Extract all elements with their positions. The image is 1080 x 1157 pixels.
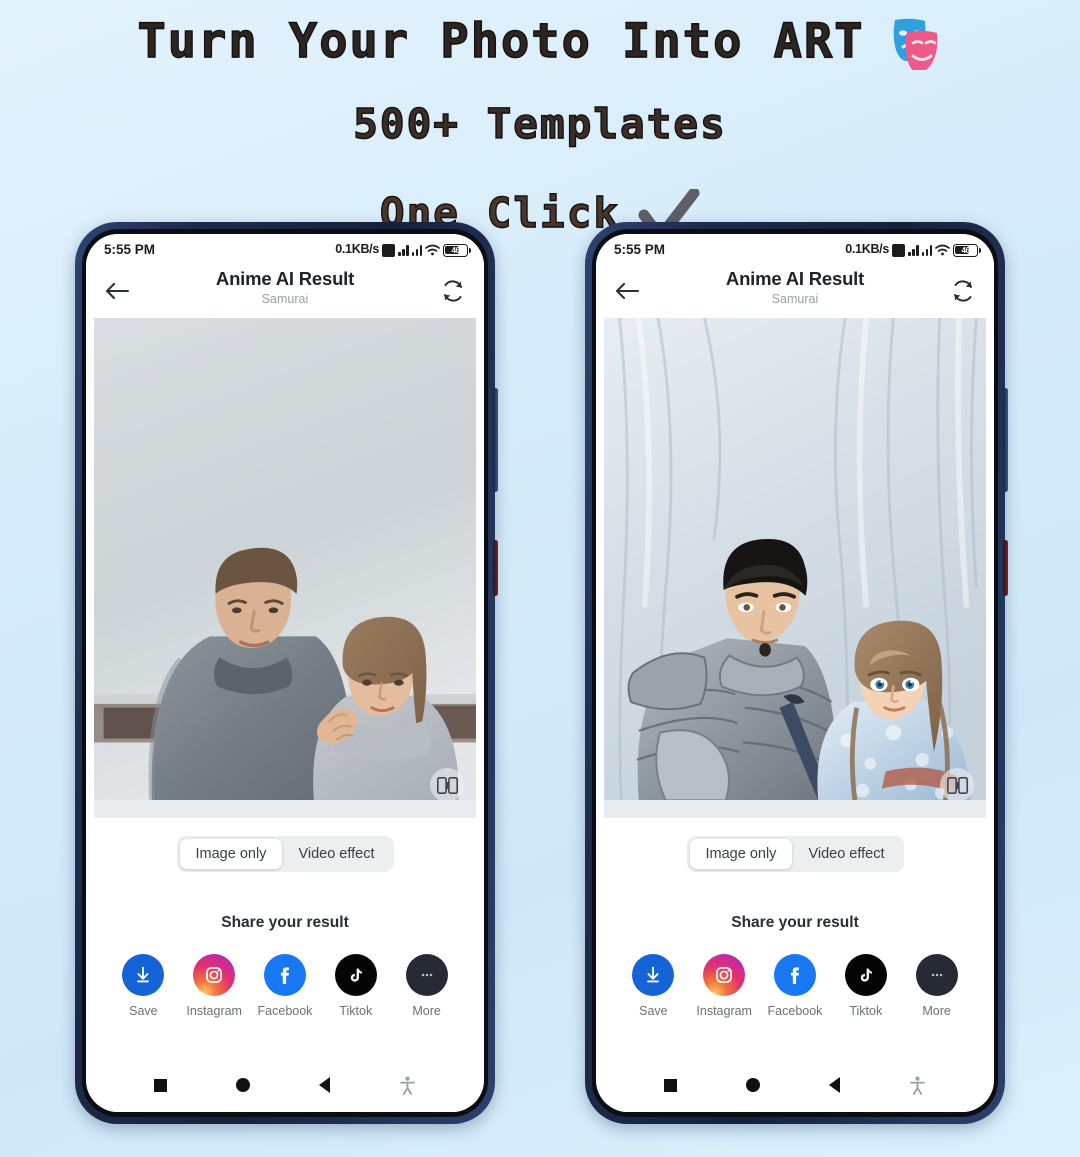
theater-masks-icon	[881, 16, 943, 73]
status-time: 5:55 PM	[104, 241, 156, 257]
back-arrow-icon[interactable]	[614, 280, 640, 302]
left-phone-screen: 5:55 PM 0.1KB/s 46 Anime AI Result Samur…	[86, 234, 484, 1112]
share-item-instagram[interactable]: Instagram	[691, 954, 757, 1018]
share-label: Save	[639, 1004, 668, 1018]
signal-bars-icon	[411, 244, 422, 256]
app-bar: Anime AI Result Samurai	[596, 264, 994, 318]
phone-mockups: 5:55 PM 0.1KB/s 46 Anime AI Result Samur…	[0, 222, 1080, 1124]
tiktok-icon	[844, 954, 887, 996]
share-section-title: Share your result	[596, 872, 994, 932]
power-button[interactable]	[493, 540, 498, 596]
share-label: More	[922, 1004, 951, 1018]
share-label: Tiktok	[339, 1004, 373, 1018]
share-label: Instagram	[696, 1004, 752, 1018]
power-button[interactable]	[1003, 540, 1008, 596]
share-label: Facebook	[767, 1004, 823, 1018]
tab-video-effect[interactable]: Video effect	[792, 839, 900, 869]
right-phone: 5:55 PM 0.1KB/s 46 Anime AI Result Samur…	[585, 222, 1008, 1124]
refresh-icon[interactable]	[440, 278, 466, 304]
compare-toggle-icon[interactable]	[940, 768, 974, 802]
signal-bars-icon	[908, 244, 919, 256]
compare-toggle-icon[interactable]	[430, 768, 464, 802]
share-row: Save Instagram Facebook Tiktok More	[596, 932, 994, 1018]
share-item-tiktok[interactable]: Tiktok	[833, 954, 899, 1018]
promo-headline-1-text: Turn Your Photo Into ART	[137, 13, 865, 69]
signal-bars-icon	[398, 244, 409, 256]
left-phone: 5:55 PM 0.1KB/s 46 Anime AI Result Samur…	[75, 222, 498, 1124]
volume-button[interactable]	[1003, 388, 1008, 492]
tiktok-icon	[334, 954, 377, 996]
instagram-icon	[703, 954, 746, 996]
home-circle-icon[interactable]	[236, 1078, 251, 1092]
tab-video-effect[interactable]: Video effect	[282, 839, 390, 869]
share-item-more[interactable]: More	[394, 954, 460, 1018]
back-arrow-icon[interactable]	[104, 280, 130, 302]
page-subtitle: Samurai	[771, 292, 819, 306]
share-item-more[interactable]: More	[904, 954, 970, 1018]
tab-image-only[interactable]: Image only	[689, 839, 793, 869]
artwork-anime-result[interactable]	[604, 318, 986, 818]
recents-square-icon[interactable]	[154, 1078, 168, 1092]
facebook-icon	[773, 954, 816, 996]
back-triangle-icon[interactable]	[828, 1077, 840, 1093]
more-dots-icon	[915, 954, 958, 996]
status-time: 5:55 PM	[614, 241, 666, 257]
share-section-title: Share your result	[86, 872, 484, 932]
share-item-save[interactable]: Save	[620, 954, 686, 1018]
facebook-icon	[263, 954, 306, 996]
share-item-tiktok[interactable]: Tiktok	[323, 954, 389, 1018]
home-circle-icon[interactable]	[746, 1078, 761, 1092]
battery-level: 46	[451, 245, 460, 255]
share-label: Tiktok	[849, 1004, 883, 1018]
download-icon	[122, 954, 165, 996]
accessibility-icon[interactable]	[399, 1076, 416, 1095]
result-mode-tabs: Image only Video effect	[596, 818, 994, 872]
battery-icon: 46	[953, 243, 981, 257]
share-item-instagram[interactable]: Instagram	[181, 954, 247, 1018]
android-nav-bar	[596, 1058, 994, 1112]
android-nav-bar	[86, 1058, 484, 1112]
status-bar: 5:55 PM 0.1KB/s 46	[86, 234, 484, 264]
share-label: Facebook	[257, 1004, 313, 1018]
app-bar: Anime AI Result Samurai	[86, 264, 484, 318]
share-label: Save	[129, 1004, 158, 1018]
status-bar: 5:55 PM 0.1KB/s 46	[596, 234, 994, 264]
promo-headline-2: 500+ Templates	[353, 100, 727, 148]
battery-icon: 46	[443, 243, 471, 257]
back-triangle-icon[interactable]	[318, 1077, 330, 1093]
promo-header: Turn Your Photo Into ART 500+ Templates …	[0, 0, 1080, 243]
sim-icon	[382, 243, 395, 257]
share-item-save[interactable]: Save	[110, 954, 176, 1018]
share-row: Save Instagram Facebook Tiktok More	[86, 932, 484, 1018]
result-mode-tabs: Image only Video effect	[86, 818, 484, 872]
artwork-original-photo[interactable]	[94, 318, 476, 818]
volume-button[interactable]	[493, 388, 498, 492]
instagram-icon	[193, 954, 236, 996]
refresh-icon[interactable]	[950, 278, 976, 304]
share-label: More	[412, 1004, 441, 1018]
page-title: Anime AI Result	[215, 268, 355, 289]
signal-bars-icon	[921, 244, 932, 256]
page-subtitle: Samurai	[261, 292, 309, 306]
promo-headline-1: Turn Your Photo Into ART	[137, 6, 943, 73]
more-dots-icon	[405, 954, 448, 996]
tab-image-only[interactable]: Image only	[179, 839, 283, 869]
share-label: Instagram	[186, 1004, 242, 1018]
wifi-icon	[935, 244, 950, 256]
right-phone-screen: 5:55 PM 0.1KB/s 46 Anime AI Result Samur…	[596, 234, 994, 1112]
sim-icon	[892, 243, 905, 257]
network-speed: 0.1KB/s	[335, 242, 379, 256]
network-speed: 0.1KB/s	[845, 242, 889, 256]
share-item-facebook[interactable]: Facebook	[252, 954, 318, 1018]
page-title: Anime AI Result	[725, 268, 865, 289]
download-icon	[632, 954, 675, 996]
share-item-facebook[interactable]: Facebook	[762, 954, 828, 1018]
wifi-icon	[425, 244, 440, 256]
accessibility-icon[interactable]	[909, 1076, 926, 1095]
recents-square-icon[interactable]	[664, 1078, 678, 1092]
battery-level: 46	[961, 245, 970, 255]
